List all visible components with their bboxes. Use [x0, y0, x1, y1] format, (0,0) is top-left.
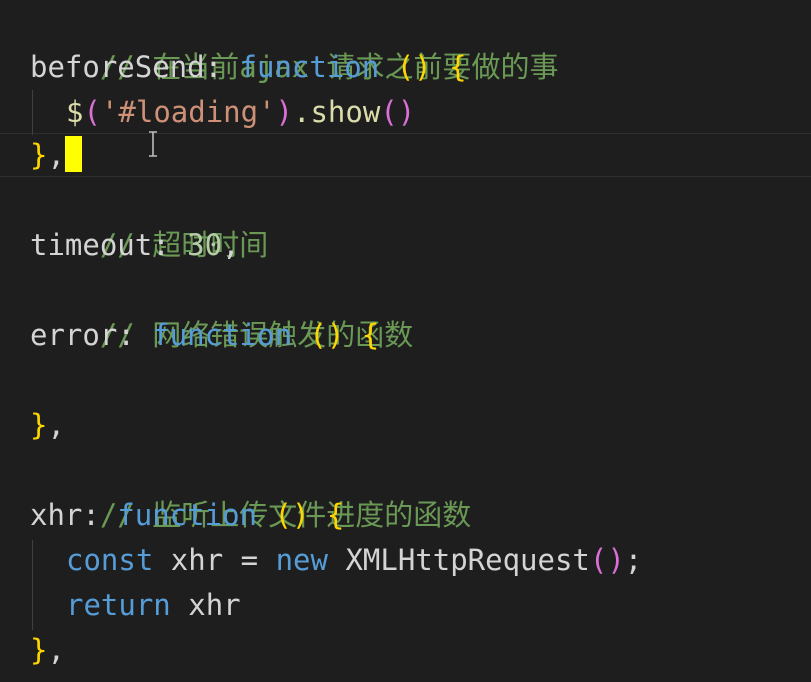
open-paren: (: [83, 95, 101, 129]
function-keyword: function: [117, 498, 258, 532]
colon: :: [152, 228, 170, 262]
variable-name: xhr: [188, 588, 241, 622]
code-line[interactable]: },: [30, 133, 82, 178]
code-editor[interactable]: // 在当前ajax 请求之前要做的事 beforeSend: function…: [0, 0, 811, 682]
code-line-cutoff: [30, 668, 811, 682]
code-line[interactable]: $('#loading').show(): [66, 90, 415, 135]
new-keyword: new: [275, 543, 328, 577]
close-paren: ): [275, 95, 294, 129]
close-brace: }: [30, 633, 48, 667]
text-cursor: [64, 136, 82, 172]
function-keyword: function: [152, 318, 292, 352]
method-name: .show: [293, 95, 381, 129]
close-brace: }: [30, 408, 48, 442]
comma: ,: [47, 138, 65, 172]
code-line[interactable]: const xhr = new XMLHttpRequest();: [66, 538, 642, 583]
code-line[interactable]: // 超时时间: [30, 178, 268, 262]
comma: ,: [47, 633, 65, 667]
object-key: timeout: [30, 228, 153, 262]
comma: ,: [47, 408, 65, 442]
code-line[interactable]: },: [30, 403, 65, 448]
string-literal: '#loading': [100, 95, 276, 129]
assign-operator: =: [240, 543, 259, 577]
paren-pair: (): [274, 498, 310, 532]
code-line[interactable]: },: [30, 628, 65, 673]
number-literal: 30: [187, 228, 223, 262]
code-line[interactable]: error: function () {: [30, 313, 379, 358]
paren-pair: (): [396, 50, 432, 84]
open-brace: {: [361, 318, 380, 352]
current-line-highlight: [0, 133, 811, 177]
code-line[interactable]: // 网络错误触发的函数: [30, 268, 413, 352]
variable-name: xhr: [170, 543, 224, 577]
code-line[interactable]: // 监听上传文件进度的函数: [30, 448, 471, 532]
object-key: xhr: [30, 498, 83, 532]
open-brace: {: [326, 498, 345, 532]
ibeam-cursor-icon: [149, 131, 157, 157]
code-line[interactable]: // 在当前ajax 请求之前要做的事: [30, 0, 559, 84]
call-parens: (): [380, 95, 416, 129]
semicolon: ;: [624, 543, 643, 577]
open-brace: {: [449, 50, 467, 84]
colon: :: [82, 498, 100, 532]
call-parens: (): [589, 543, 625, 577]
code-line[interactable]: timeout: 30,: [30, 223, 240, 268]
function-keyword: function: [239, 50, 380, 84]
return-keyword: return: [66, 588, 171, 622]
const-keyword: const: [66, 543, 154, 577]
code-line[interactable]: return xhr: [66, 583, 241, 628]
jquery-dollar: $: [66, 95, 84, 129]
object-key: beforeSend: [30, 50, 205, 84]
code-line[interactable]: beforeSend: function () {: [30, 45, 467, 90]
object-key: error: [30, 318, 118, 352]
code-line[interactable]: xhr: function () {: [30, 493, 344, 538]
colon: :: [204, 50, 223, 84]
close-brace: }: [30, 138, 48, 172]
class-name: XMLHttpRequest: [345, 543, 590, 577]
colon: :: [117, 318, 135, 352]
comma: ,: [222, 228, 240, 262]
paren-pair: (): [309, 318, 345, 352]
